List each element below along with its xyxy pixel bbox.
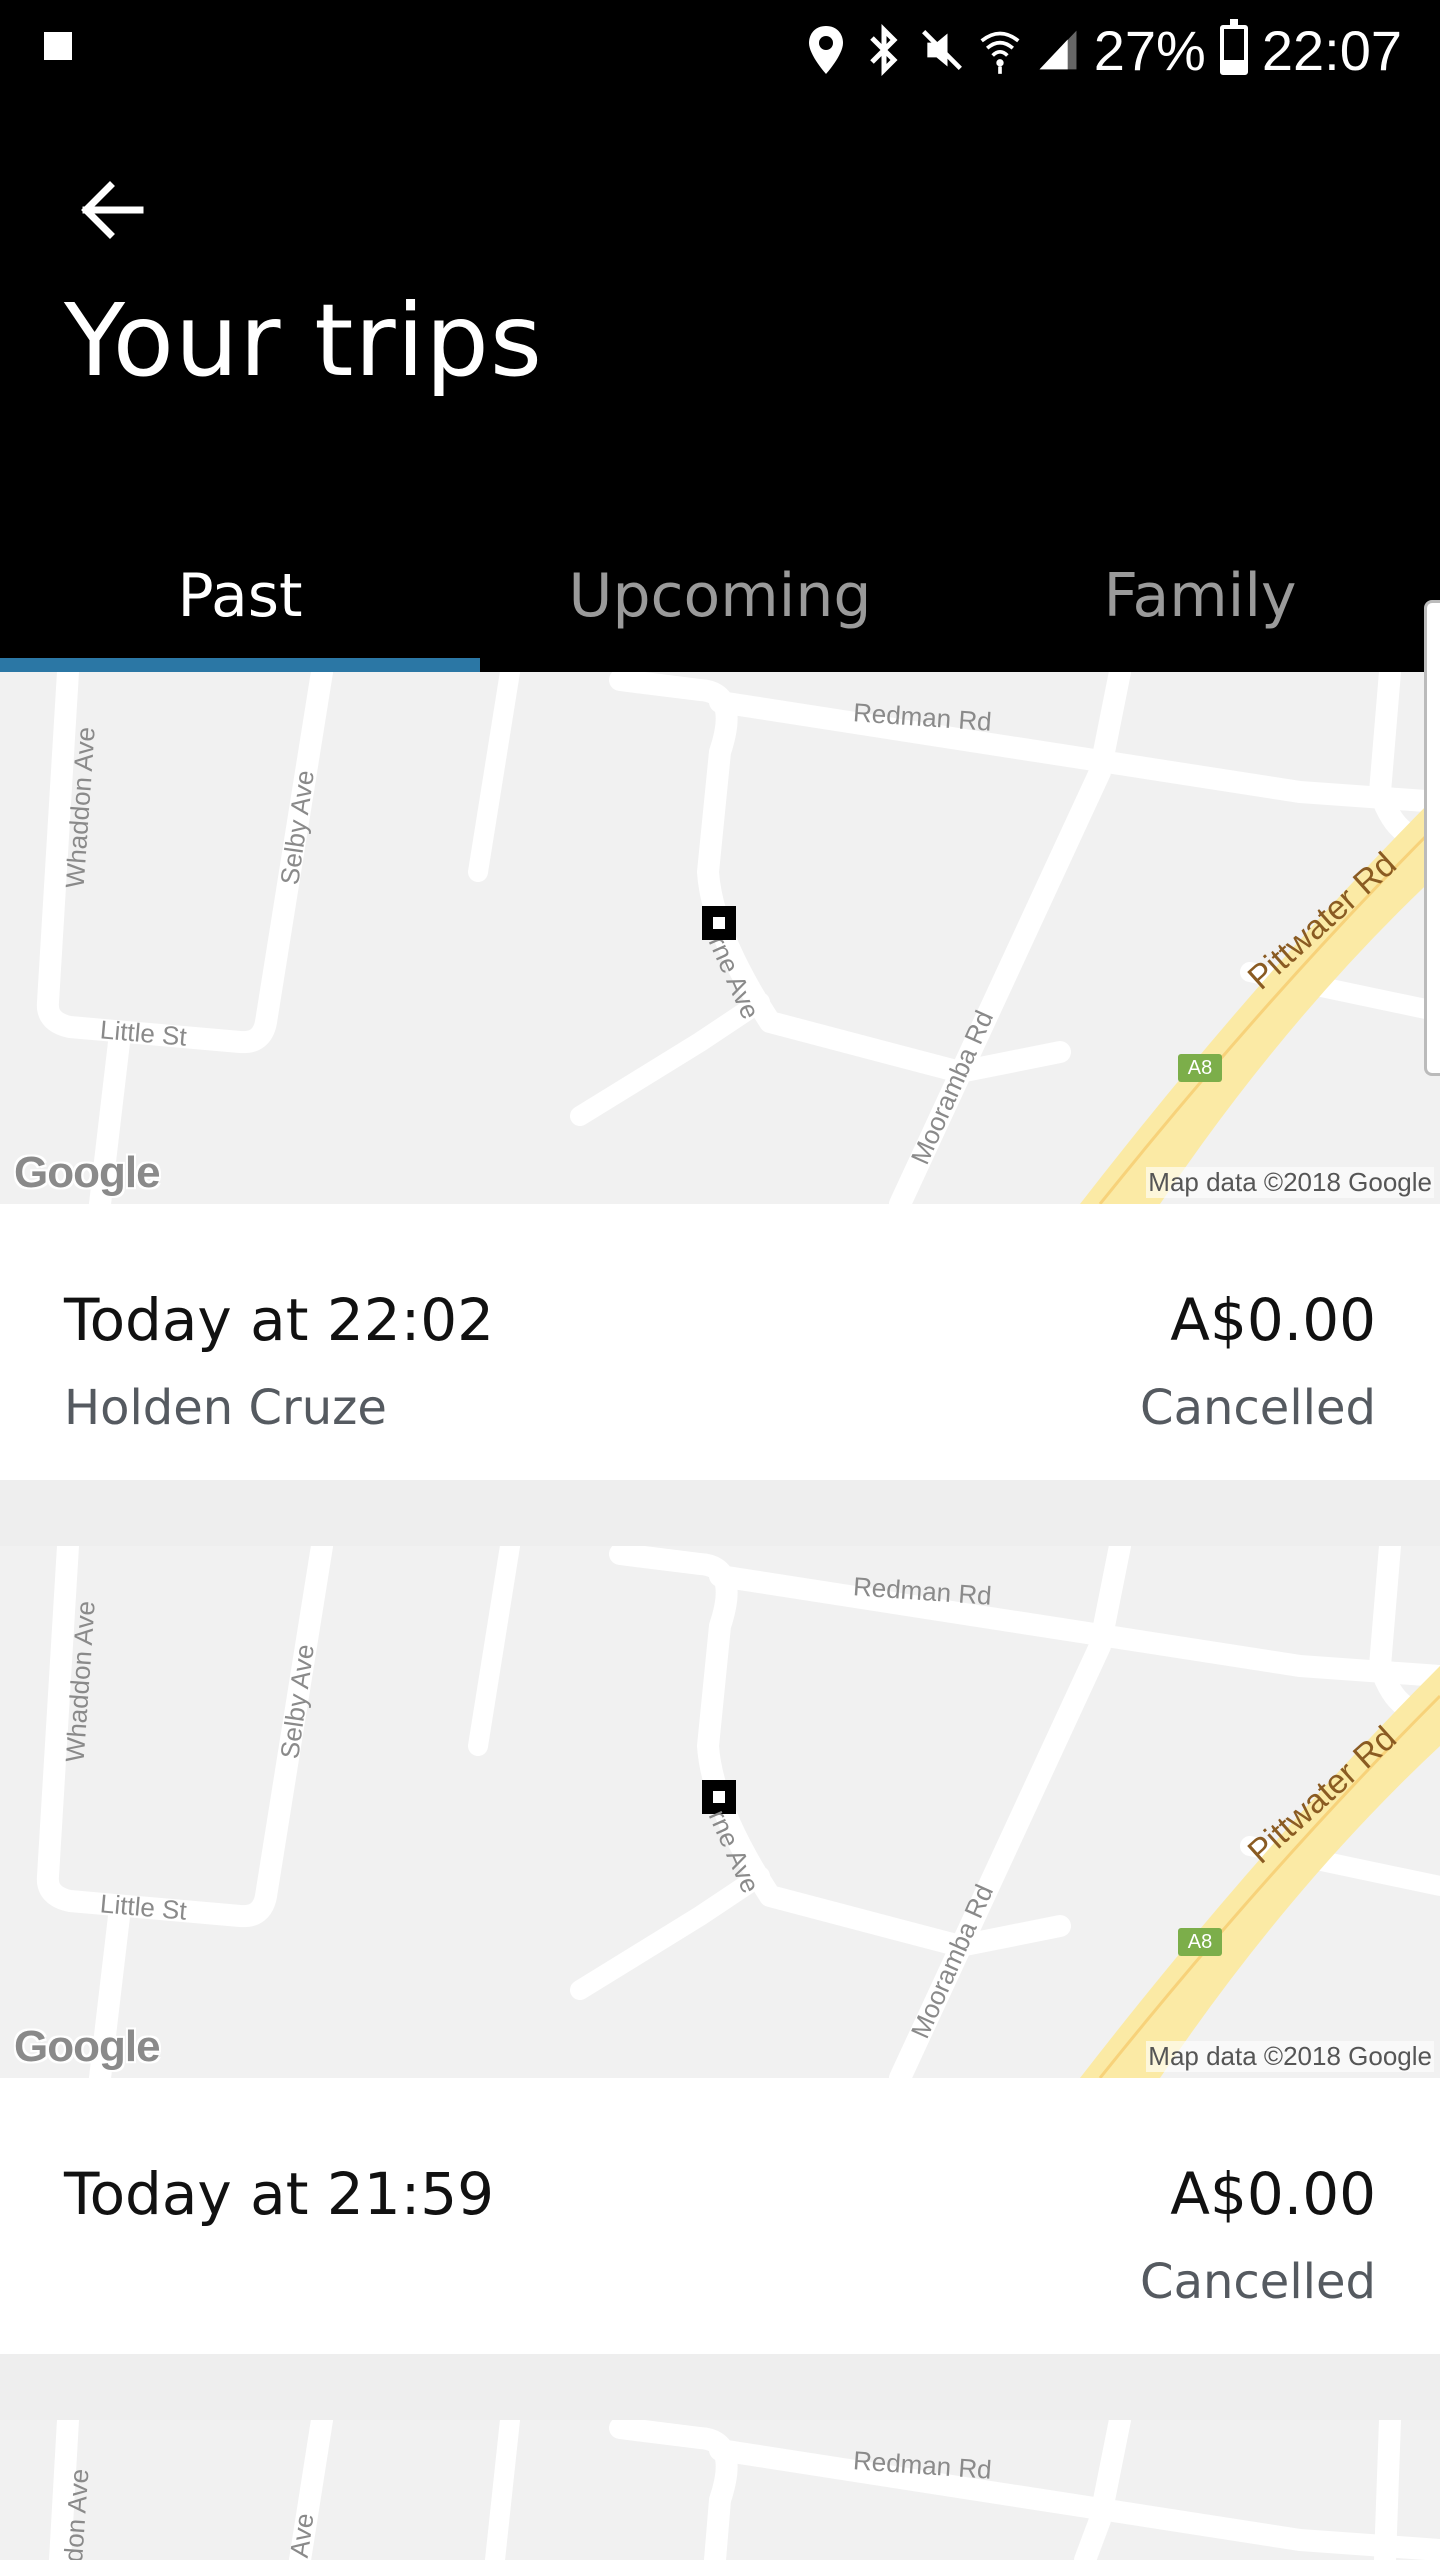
trip-details: Today at 22:02 Holden Cruze A$0.00 Cance… <box>0 1204 1440 1480</box>
trip-map[interactable]: Redman Rd Whaddon Ave Selby Ave Little S… <box>0 1546 1440 2078</box>
map-roads <box>49 2420 1440 2560</box>
scroll-handle[interactable] <box>1424 600 1440 1076</box>
tab-family[interactable]: Family <box>960 520 1440 672</box>
status-bar: 27% 22:07 <box>0 0 1440 100</box>
notification-square-icon <box>44 32 72 60</box>
battery-icon <box>1219 19 1248 75</box>
status-icons: 27% 22:07 <box>804 12 1402 88</box>
map-attribution: Map data ©2018 Google <box>1146 1167 1434 1198</box>
bluetooth-icon <box>862 24 906 76</box>
signal-icon <box>1036 24 1080 76</box>
trip-card[interactable]: Redman Rd Whaddon Ave Selby Ave Little S… <box>0 1546 1440 2354</box>
google-logo: Google <box>14 1148 161 1197</box>
back-button[interactable] <box>70 168 154 252</box>
trip-fare: A$0.00 <box>1170 2160 1376 2228</box>
map-street-label: Ave <box>283 2511 320 2560</box>
app-header: 27% 22:07 Your trips Past Upcoming Famil… <box>0 0 1440 672</box>
trip-status: Cancelled <box>1140 2254 1376 2310</box>
battery-level <box>1223 59 1244 71</box>
map-street-label: don Ave <box>58 2467 95 2560</box>
trip-details: Today at 21:59 A$0.00 Cancelled <box>0 2078 1440 2354</box>
route-shield: A8 <box>1178 1054 1222 1082</box>
tab-past[interactable]: Past <box>0 520 480 672</box>
google-logo: Google <box>14 2022 161 2071</box>
status-time: 22:07 <box>1261 18 1402 82</box>
map-attribution: Map data ©2018 Google <box>1146 2041 1434 2072</box>
trip-time: Today at 22:02 <box>64 1286 495 1354</box>
trip-tabs: Past Upcoming Family <box>0 520 1440 672</box>
mute-icon <box>920 24 964 76</box>
pickup-marker-icon <box>702 906 736 940</box>
tab-upcoming[interactable]: Upcoming <box>480 520 960 672</box>
trip-time: Today at 21:59 <box>64 2160 495 2228</box>
wifi-icon <box>978 24 1022 76</box>
trip-fare: A$0.00 <box>1170 1286 1376 1354</box>
trip-status: Cancelled <box>1140 1380 1376 1436</box>
trip-card[interactable]: Redman Rd don Ave Ave <box>0 2420 1440 2560</box>
trip-vehicle: Holden Cruze <box>64 1380 387 1436</box>
trip-map[interactable]: Redman Rd don Ave Ave <box>0 2420 1440 2560</box>
location-icon <box>804 24 848 76</box>
arrow-left-icon <box>81 181 144 239</box>
page-title: Your trips <box>64 282 543 399</box>
battery-percent: 27% <box>1093 18 1206 82</box>
trip-card[interactable]: Redman Rd Whaddon Ave Selby Ave Little S… <box>0 672 1440 1480</box>
route-shield: A8 <box>1178 1928 1222 1956</box>
